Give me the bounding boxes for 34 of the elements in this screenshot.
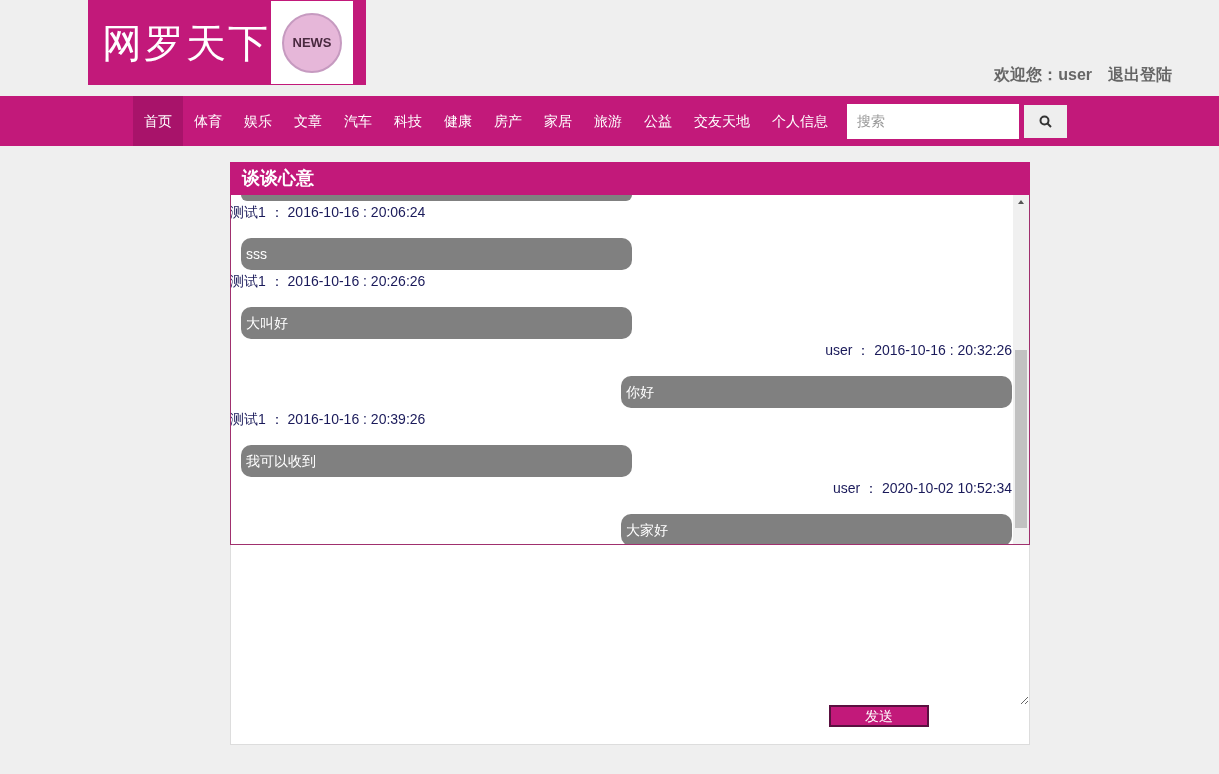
nav-tab[interactable]: 个人信息 <box>761 96 839 146</box>
nav-tab[interactable]: 交友天地 <box>683 96 761 146</box>
nav-tab[interactable]: 家居 <box>533 96 583 146</box>
message-bubble: 我可以收到 <box>241 445 632 477</box>
message-meta: user ： 2016-10-16 : 20:32:26 <box>825 341 1012 360</box>
message-bubble: sss <box>241 238 632 270</box>
chat-title: 谈谈心意 <box>242 167 314 190</box>
message-meta: 测试1 ： 2016-10-16 : 20:06:24 <box>231 203 426 222</box>
nav-tab[interactable]: 体育 <box>183 96 233 146</box>
nav-tab[interactable]: 旅游 <box>583 96 633 146</box>
scrollbar[interactable] <box>1013 195 1029 544</box>
nav-tab[interactable]: 科技 <box>383 96 433 146</box>
message-meta: 测试1 ： 2016-10-16 : 20:26:26 <box>231 272 426 291</box>
compose-panel[interactable]: 发送 <box>230 545 1030 745</box>
nav-tab[interactable]: 公益 <box>633 96 683 146</box>
nav-tab[interactable]: 健康 <box>433 96 483 146</box>
nav-tab[interactable]: 汽车 <box>333 96 383 146</box>
message-bubble: 大家好 <box>621 514 1012 544</box>
news-badge: NEWS <box>271 1 353 84</box>
logout-link[interactable]: 退出登陆 <box>1108 63 1172 87</box>
search-button[interactable] <box>1024 104 1067 138</box>
search-icon <box>1039 114 1052 128</box>
message-bubble: 你好 <box>621 376 1012 408</box>
nav-tab[interactable]: 房产 <box>483 96 533 146</box>
search-field[interactable]: 搜索 <box>847 103 1019 139</box>
nav-tab[interactable]: 娱乐 <box>233 96 283 146</box>
message-meta: 测试1 ： 2016-10-16 : 20:39:26 <box>231 410 426 429</box>
logo-title: 网罗天下 <box>102 18 270 68</box>
message-meta: user ： 2020-10-02 10:52:34 <box>833 479 1012 498</box>
send-button[interactable]: 发送 <box>829 705 929 727</box>
nav-tab[interactable]: 文章 <box>283 96 333 146</box>
welcome-text: 欢迎您：user <box>994 65 1092 85</box>
message-bubble: 大叫好 <box>241 307 632 339</box>
nav-tab[interactable]: 首页 <box>133 96 183 146</box>
